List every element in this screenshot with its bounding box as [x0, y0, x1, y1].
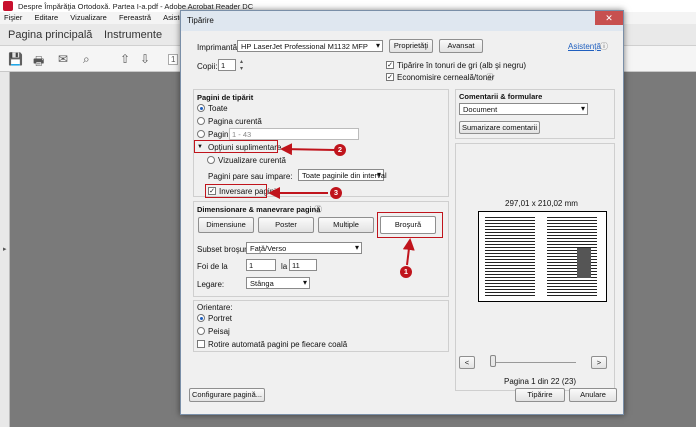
- annotation-arrows: [268, 143, 415, 266]
- arrow-2: [280, 143, 336, 156]
- arrow-1: [402, 238, 415, 266]
- annotation-marker-1: 1: [400, 266, 412, 278]
- annotation-marker-2: 2: [334, 144, 346, 156]
- annotation-marker-3: 3: [330, 187, 342, 199]
